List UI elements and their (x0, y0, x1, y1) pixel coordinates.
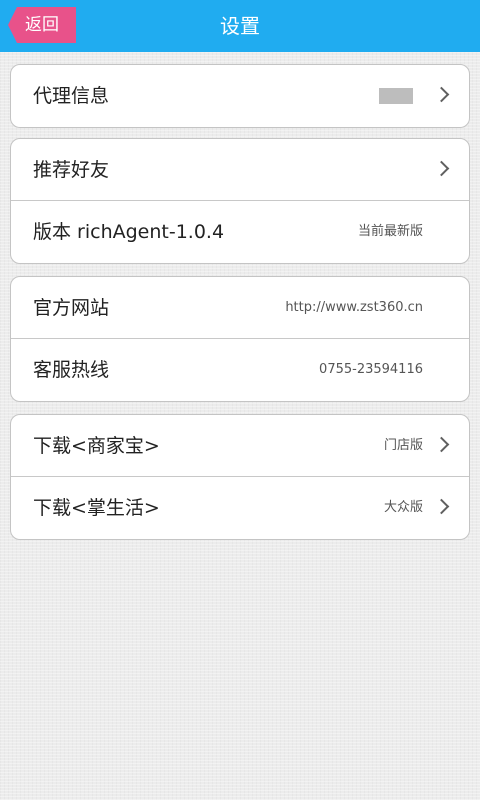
download-merchant-label: 下载<商家宝> (33, 435, 160, 457)
version-label: 版本 richAgent-1.0.4 (33, 221, 225, 243)
settings-group-agent: 代理信息 (10, 64, 470, 128)
download-life-row[interactable]: 下载<掌生活> 大众版 (11, 477, 469, 539)
website-row[interactable]: 官方网站 http://www.zst360.cn (11, 277, 469, 339)
download-merchant-edition: 门店版 (383, 438, 423, 453)
chevron-right-icon (433, 160, 450, 177)
recommend-friend-row[interactable]: 推荐好友 (11, 139, 469, 201)
chevron-right-icon (433, 436, 450, 453)
download-merchant-row[interactable]: 下载<商家宝> 门店版 (11, 415, 469, 477)
website-label: 官方网站 (33, 297, 110, 319)
website-url: http://www.zst360.cn (285, 300, 423, 315)
settings-group-downloads: 下载<商家宝> 门店版 下载<掌生活> 大众版 (10, 414, 470, 540)
settings-group-app: 推荐好友 版本 richAgent-1.0.4 当前最新版 (10, 138, 470, 264)
agent-info-row[interactable]: 代理信息 (11, 65, 469, 127)
chevron-right-icon (433, 86, 450, 103)
download-life-label: 下载<掌生活> (33, 497, 160, 519)
hotline-label: 客服热线 (33, 359, 110, 381)
version-row: 版本 richAgent-1.0.4 当前最新版 (11, 201, 469, 263)
agent-info-value-placeholder (379, 88, 413, 104)
download-life-edition: 大众版 (383, 500, 423, 515)
settings-group-contact: 官方网站 http://www.zst360.cn 客服热线 0755-2359… (10, 276, 470, 402)
version-status: 当前最新版 (357, 224, 423, 239)
chevron-right-icon (433, 498, 450, 515)
hotline-row[interactable]: 客服热线 0755-23594116 (11, 339, 469, 401)
agent-info-label: 代理信息 (33, 85, 110, 107)
recommend-friend-label: 推荐好友 (33, 159, 110, 181)
top-bar: 设置 返回 (0, 0, 480, 52)
hotline-number: 0755-23594116 (319, 362, 423, 377)
back-button[interactable]: 返回 (8, 7, 76, 43)
